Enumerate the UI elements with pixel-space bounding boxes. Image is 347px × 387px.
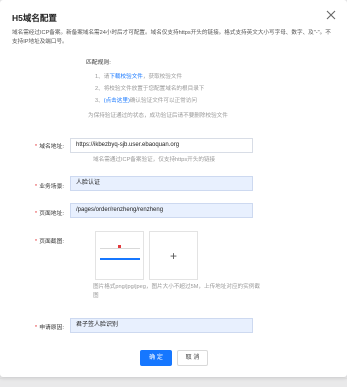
scene-label: * 业务场景: <box>34 184 64 190</box>
screenshot-hint: 图片格式png/jpg/jpeg，图片大小不超过5M，上传地址对应的实例截图 <box>93 284 260 299</box>
plus-icon: + <box>169 248 177 263</box>
reason-input[interactable]: 君子签人脸识别 <box>70 318 253 333</box>
dialog-title: H5域名配置 <box>12 13 57 23</box>
check-access-link[interactable]: (点击这里) <box>104 98 130 104</box>
uploaded-screenshot-thumbnail[interactable] <box>95 231 144 280</box>
verify-rules-title: 匹配规则: <box>86 60 111 66</box>
scene-input[interactable]: 人脸认证 <box>70 176 253 191</box>
verify-step-2: 2、将校验文件放置于您配置域名的根目录下 <box>95 86 205 92</box>
screenshot-label: * 页面截图: <box>34 239 64 245</box>
verify-step-1: 1、请下载校验文件，获取校验文件 <box>95 74 183 80</box>
add-screenshot-button[interactable]: + <box>149 231 198 280</box>
domain-input[interactable]: https://ikbezbyq-sjb.user.ebaoquan.org <box>70 138 253 153</box>
cancel-button[interactable]: 取 消 <box>177 350 208 366</box>
verify-note: 为保持验证通过的状态，成功验证后请不要删除校验文件 <box>88 113 228 119</box>
reason-label: * 申请原因: <box>34 325 64 331</box>
close-icon[interactable] <box>325 9 337 21</box>
divider <box>0 378 347 379</box>
domain-config-dialog: H5域名配置 域名需经过ICP备案。新备案域名需24小时后才可配置。域名仅支持h… <box>0 0 347 377</box>
confirm-button[interactable]: 确 定 <box>140 350 172 366</box>
page-address-label: * 页面地址: <box>34 211 64 217</box>
page-address-input[interactable]: /pages/order/renzheng/renzheng <box>70 203 253 218</box>
notice-text: 域名需经过ICP备案。新备案域名需24小时后才可配置。域名仅支持https开头的… <box>12 30 331 45</box>
domain-hint: 域名需通过ICP备案验证，仅支持https开头的链接 <box>93 157 216 163</box>
domain-label: * 域名地址: <box>34 144 64 150</box>
download-verify-file-link[interactable]: 下载校验文件 <box>109 74 143 80</box>
verify-step-3: 3、(点击这里)确认验证文件可以正常访问 <box>95 98 197 104</box>
verify-steps: 1、请下载校验文件，获取校验文件 2、将校验文件放置于您配置域名的根目录下 3、… <box>95 71 204 107</box>
